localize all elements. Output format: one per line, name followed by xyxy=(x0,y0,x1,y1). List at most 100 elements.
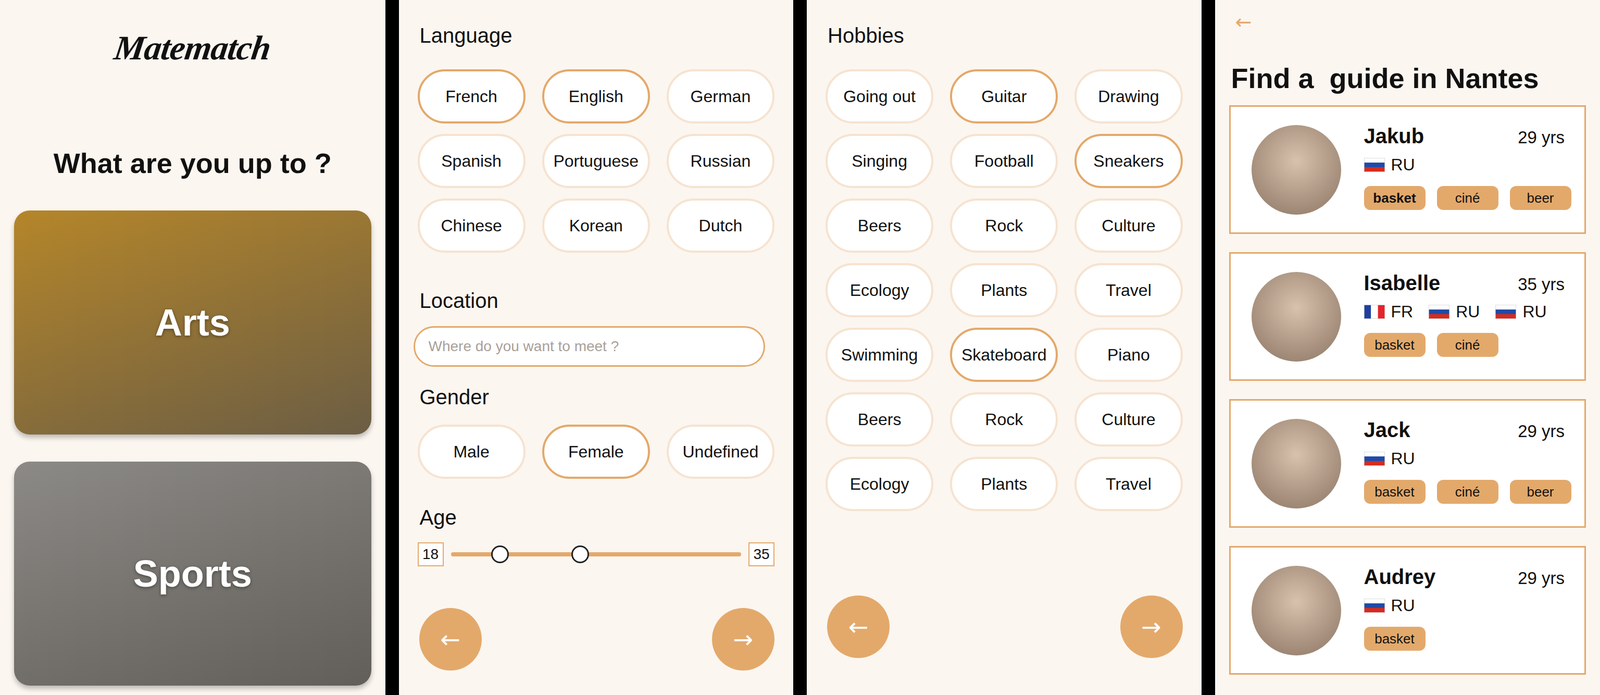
age-min: 18 xyxy=(417,542,444,567)
interest-tag: beer xyxy=(1509,479,1572,504)
tag-row: basketcinébeer xyxy=(1364,479,1566,504)
age-slider: 1835 xyxy=(417,541,775,568)
option-chip[interactable]: Football xyxy=(950,133,1058,189)
option-chip[interactable]: Female xyxy=(542,424,650,479)
option-chip[interactable]: Singing xyxy=(825,133,934,189)
back-button[interactable]: ← xyxy=(827,595,890,658)
option-chip[interactable]: Beers xyxy=(825,198,934,253)
option-chip[interactable]: Guitar xyxy=(950,69,1058,124)
option-chip[interactable]: Travel xyxy=(1074,263,1183,318)
interest-tag: basket xyxy=(1364,332,1426,357)
slider-handle[interactable] xyxy=(571,545,590,564)
option-chip[interactable]: Chinese xyxy=(417,198,526,253)
option-chip[interactable]: Plants xyxy=(950,263,1058,318)
nav-row: ←→ xyxy=(417,607,775,671)
language: FR xyxy=(1364,302,1414,322)
option-chip[interactable]: Culture xyxy=(1074,392,1183,447)
slider-handle[interactable] xyxy=(491,545,509,564)
interest-tag: ciné xyxy=(1436,185,1499,210)
category-label: Arts xyxy=(155,301,231,344)
guide-info: Isabelle 35 yrs FR RU RU basketciné xyxy=(1364,264,1566,357)
category-card[interactable]: Sports xyxy=(14,461,372,686)
avatar xyxy=(1251,418,1342,509)
language: RU xyxy=(1364,155,1416,175)
guide-name: Jack xyxy=(1364,418,1411,442)
ru-flag-icon xyxy=(1428,304,1450,319)
avatar xyxy=(1251,565,1342,656)
next-button[interactable]: → xyxy=(1120,595,1183,658)
guide-card[interactable]: Audrey 29 yrs RU basket xyxy=(1229,545,1587,675)
guide-list: Jakub29 yrsRUbasketcinébeerIsabelle35 yr… xyxy=(1229,105,1587,675)
guide-name: Audrey xyxy=(1364,565,1436,589)
option-chip[interactable]: Skateboard xyxy=(950,327,1058,382)
ru-flag-icon xyxy=(1364,451,1385,466)
interest-tag: basket xyxy=(1364,626,1426,651)
language-row: RU xyxy=(1364,155,1566,175)
guide-age: 29 yrs xyxy=(1517,568,1565,589)
nav-row: ←→ xyxy=(825,595,1183,658)
tag-row: basketciné xyxy=(1364,332,1566,357)
guide-info: Jack29 yrsRUbasketcinébeer xyxy=(1364,410,1566,504)
home-title: What are you up to ? xyxy=(53,146,332,181)
language: RU xyxy=(1495,302,1547,322)
option-chip[interactable]: Rock xyxy=(950,392,1058,447)
name-row: Audrey 29 yrs xyxy=(1364,565,1566,589)
name-row: Isabelle 35 yrs xyxy=(1364,271,1566,295)
option-chip[interactable]: Beers xyxy=(825,392,934,447)
option-chip[interactable]: Ecology xyxy=(825,456,934,511)
guide-age: 29 yrs xyxy=(1517,421,1565,442)
option-chip[interactable]: Sneakers xyxy=(1074,133,1183,189)
section-heading: Location xyxy=(419,288,775,314)
option-chip[interactable]: Dutch xyxy=(666,198,775,253)
option-chip[interactable]: German xyxy=(666,69,775,124)
option-chip[interactable]: Travel xyxy=(1074,456,1183,511)
name-row: Jakub29 yrs xyxy=(1364,124,1566,148)
guide-age: 29 yrs xyxy=(1517,127,1565,148)
name-row: Jack 29 yrs xyxy=(1364,418,1566,442)
guide-card[interactable]: Jack29 yrsRUbasketcinébeer xyxy=(1229,398,1587,528)
chip-grid: French English German Spanish Portuguese Russ… xyxy=(417,69,775,253)
option-chip[interactable]: Korean xyxy=(542,198,650,253)
option-chip[interactable]: Swimming xyxy=(825,327,934,382)
section-heading: Age xyxy=(419,504,775,530)
category-card[interactable]: Arts xyxy=(14,210,372,435)
interest-tag: basket xyxy=(1364,479,1426,504)
guide-card[interactable]: Jakub29 yrsRUbasketcinébeer xyxy=(1229,105,1587,234)
option-chip[interactable]: Culture xyxy=(1074,198,1183,253)
option-chip[interactable]: French xyxy=(417,69,526,124)
option-chip[interactable]: Male xyxy=(417,424,526,479)
next-button[interactable]: → xyxy=(711,607,775,671)
option-chip[interactable]: Plants xyxy=(950,456,1058,511)
option-chip[interactable]: English xyxy=(542,69,650,124)
option-chip[interactable]: Undefined xyxy=(666,424,775,479)
guide-card[interactable]: Isabelle 35 yrs FR RU RU basketciné xyxy=(1229,252,1587,381)
guides-title: Find a guide in Nantes xyxy=(1231,61,1587,96)
option-chip[interactable]: Russian xyxy=(666,133,775,189)
option-chip[interactable]: Rock xyxy=(950,198,1058,253)
option-chip[interactable]: Piano xyxy=(1074,327,1183,382)
tag-row: basket xyxy=(1364,626,1566,651)
avatar xyxy=(1251,125,1342,215)
hobbies-screen: HobbiesGoing outGuitarDrawingSingingFoot… xyxy=(806,0,1202,695)
language: RU xyxy=(1428,302,1480,322)
ru-flag-icon xyxy=(1495,304,1517,319)
avatar xyxy=(1251,271,1342,362)
option-chip[interactable]: Spanish xyxy=(417,133,526,189)
option-chip[interactable]: Portuguese xyxy=(542,133,650,189)
filters-screen: LanguageFrenchEnglishGermanSpanishPortug… xyxy=(398,0,794,695)
back-button[interactable]: ← xyxy=(419,607,482,671)
option-chip[interactable]: Drawing xyxy=(1074,69,1183,124)
guide-name: Isabelle xyxy=(1364,271,1441,295)
option-chip[interactable]: Going out xyxy=(825,69,934,124)
guide-info: Jakub29 yrsRUbasketcinébeer xyxy=(1364,117,1566,210)
category-label: Sports xyxy=(133,552,253,595)
location-input[interactable] xyxy=(413,326,766,367)
option-chip[interactable]: Ecology xyxy=(825,263,934,318)
slider-track[interactable] xyxy=(451,552,742,557)
language-row: RU xyxy=(1364,595,1566,616)
home-screen: MatematchWhat are you up to ?ArtsSports xyxy=(0,0,386,695)
interest-tag: beer xyxy=(1509,185,1572,210)
language: RU xyxy=(1364,595,1416,616)
guide-age: 35 yrs xyxy=(1517,274,1565,295)
back-button[interactable]: ← xyxy=(1235,10,1253,35)
